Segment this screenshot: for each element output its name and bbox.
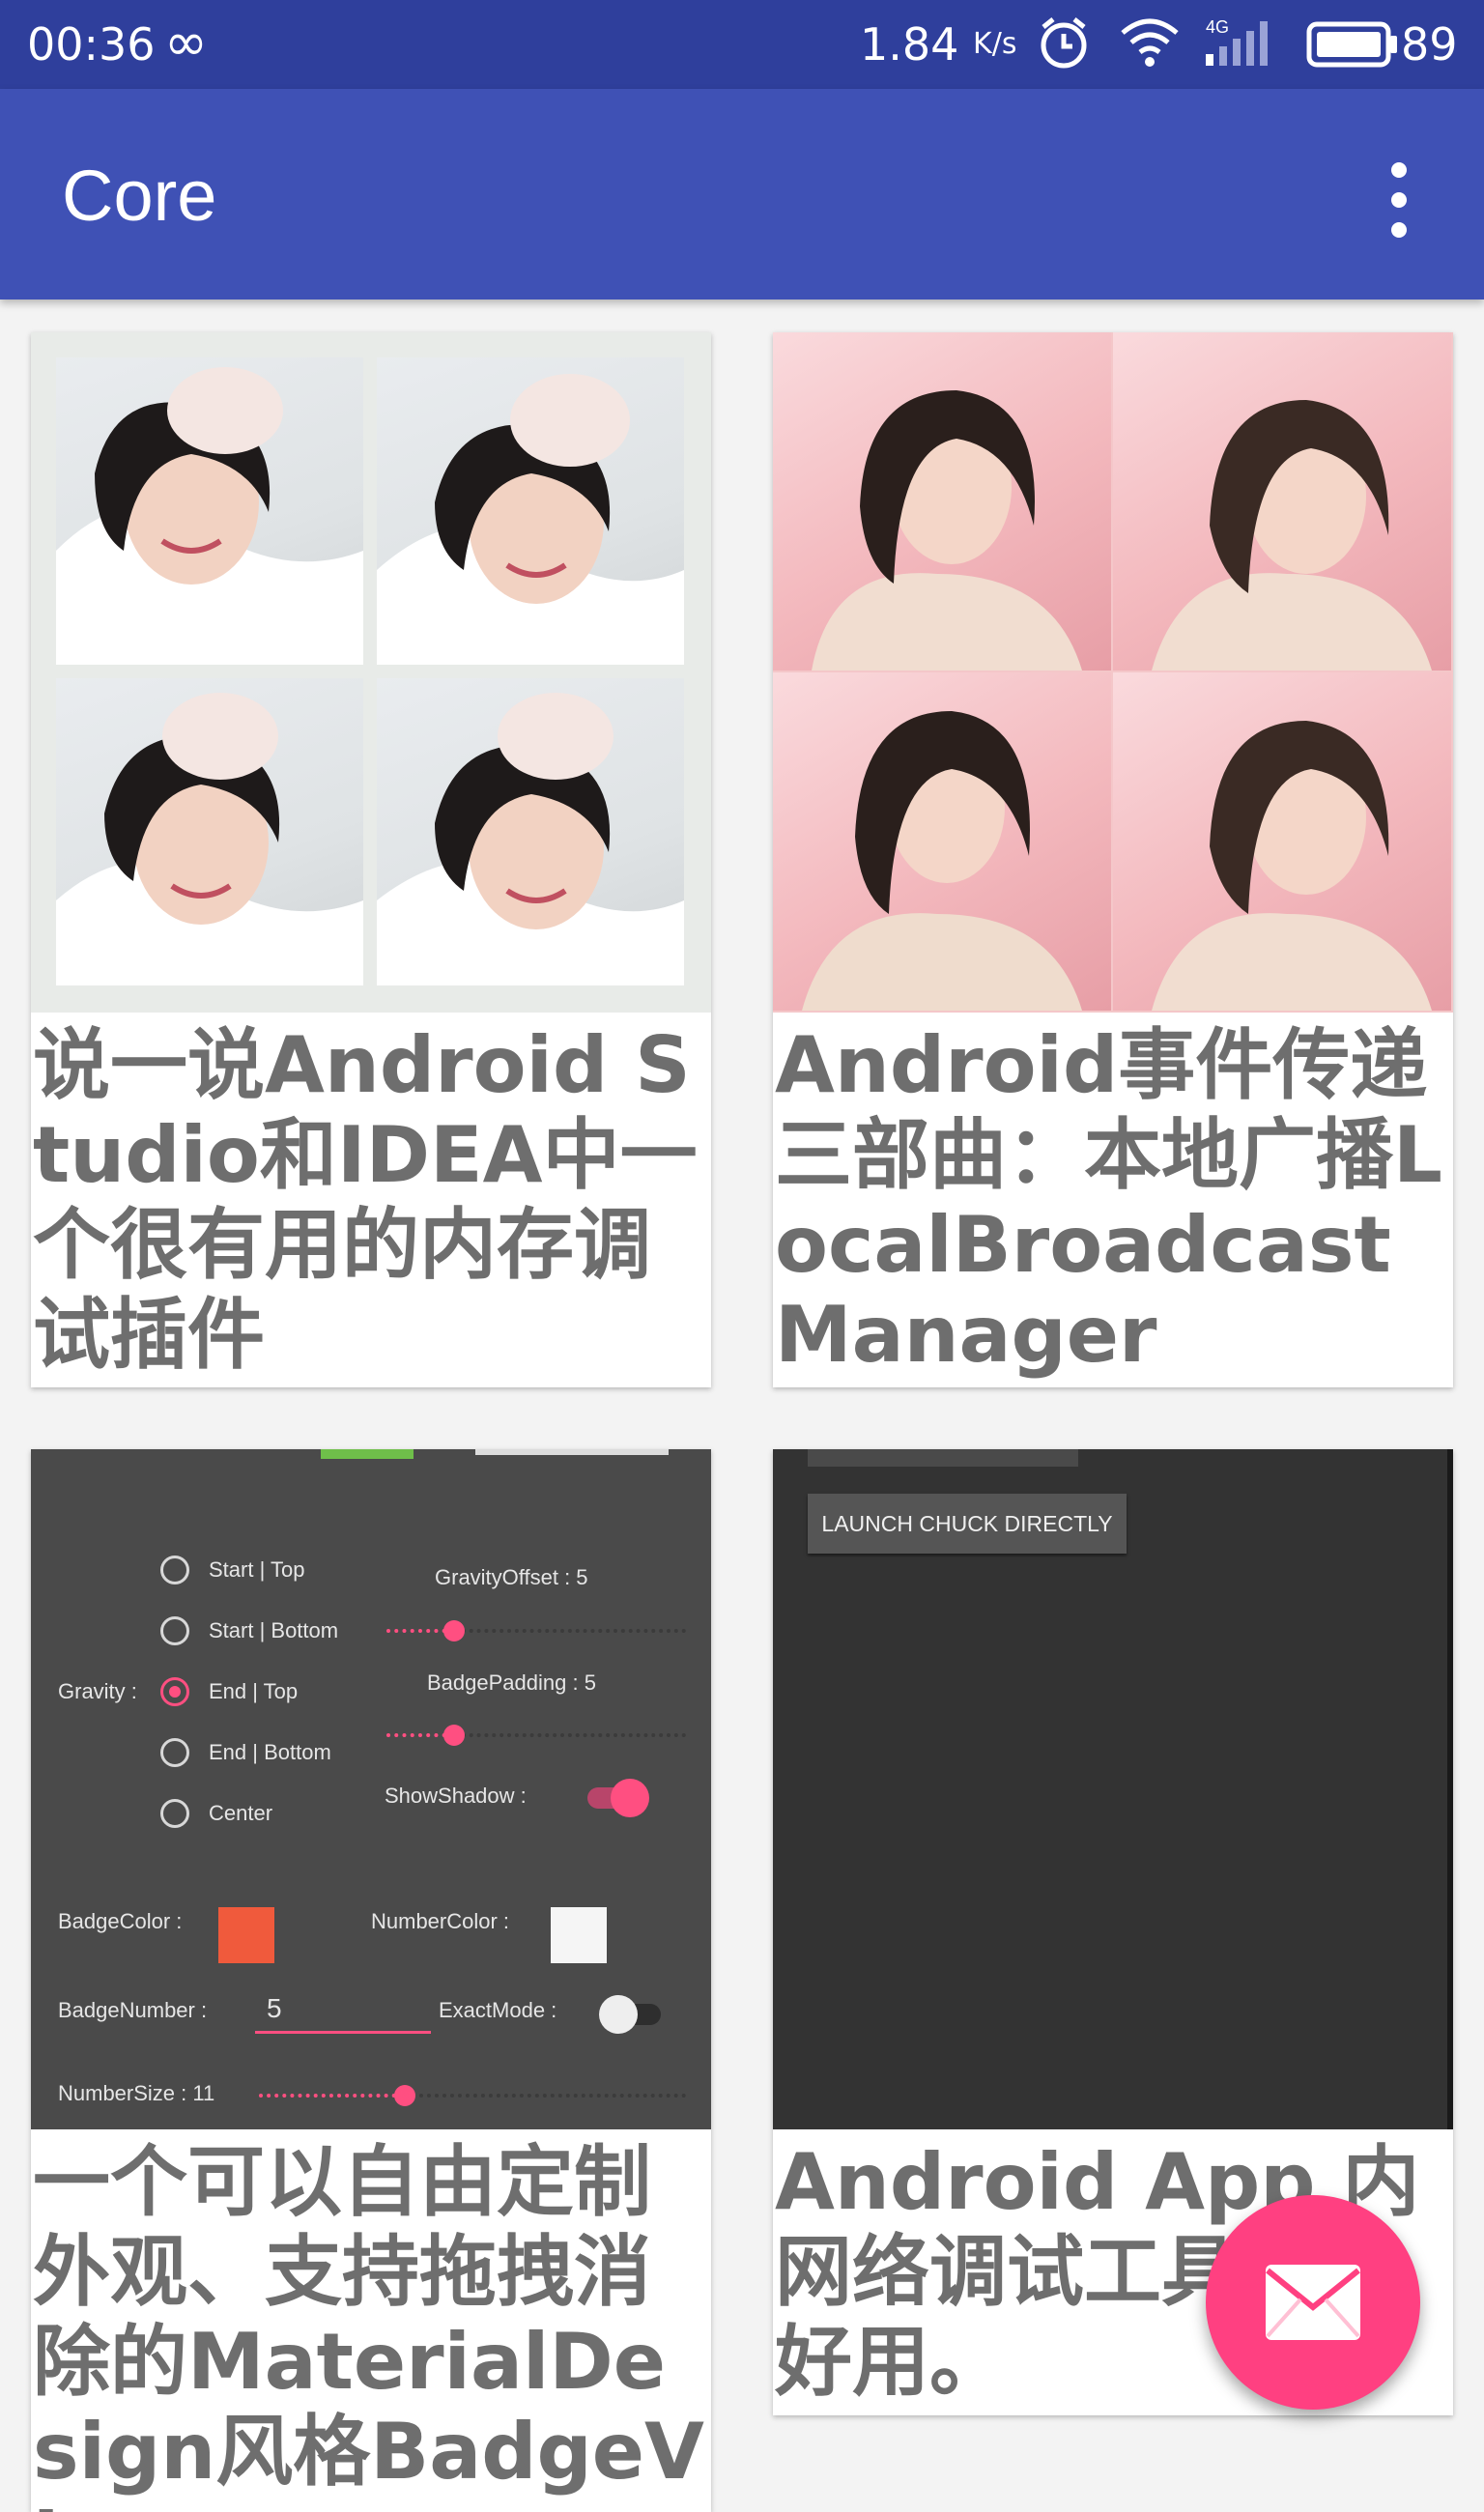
badge-color-swatch — [218, 1907, 274, 1963]
input-line — [475, 1449, 669, 1455]
badge-color-label: BadgeColor : — [58, 1909, 183, 1933]
scroll-edge — [1447, 1449, 1453, 2129]
slider-track — [454, 1629, 686, 1633]
button-edge — [808, 1449, 1078, 1467]
network-speed: 1.84 K/s — [860, 15, 1016, 73]
battery-percent: 89 — [1401, 18, 1458, 71]
number-color-label: NumberColor : — [371, 1909, 510, 1933]
radio-icon — [160, 1616, 189, 1645]
more-vert-icon[interactable] — [1370, 157, 1428, 243]
radio-icon — [160, 1556, 189, 1584]
slider-fill — [259, 2094, 404, 2098]
show-shadow-label: ShowShadow : — [385, 1784, 527, 1808]
photo-tile — [377, 678, 684, 985]
gravity-label: Gravity : — [58, 1679, 137, 1703]
photo-tile — [56, 357, 363, 665]
article-card[interactable]: 说一说Android Studio和IDEA中一个很有用的内存调试插件 — [31, 332, 711, 1387]
photo-tile — [1113, 672, 1451, 1011]
network-speed-value: 1.84 — [860, 18, 959, 71]
slider-track — [454, 1733, 686, 1737]
tab-indicator — [321, 1449, 414, 1459]
photo-tile — [773, 672, 1111, 1011]
gravity-offset-label: GravityOffset : 5 — [435, 1565, 588, 1589]
wifi-icon — [1119, 15, 1181, 73]
option-label: End | Bottom — [209, 1740, 331, 1764]
input-underline — [255, 2031, 431, 2034]
infinity-icon: ∞ — [164, 12, 208, 72]
compose-fab[interactable] — [1206, 2195, 1420, 2410]
option-label: Start | Bottom — [209, 1618, 339, 1642]
radio-icon — [160, 1738, 189, 1767]
photo-tile — [377, 357, 684, 665]
network-type-label: 4G — [1206, 17, 1229, 37]
exact-mode-label: ExactMode : — [439, 1998, 557, 2022]
option-label: Center — [209, 1801, 273, 1825]
status-bar: 00:36 ∞ 1.84 K/s 4G 89 — [0, 0, 1484, 89]
option-label: Start | Top — [209, 1557, 305, 1582]
slider-knob — [443, 1620, 465, 1641]
battery-icon — [1306, 21, 1399, 71]
article-title: 说一说Android Studio和IDEA中一个很有用的内存调试插件 — [33, 1020, 698, 1380]
radio-icon — [160, 1799, 189, 1828]
photo-tile — [1113, 332, 1451, 671]
number-color-swatch — [551, 1907, 607, 1963]
toggle-knob — [611, 1779, 649, 1817]
app-title: Core — [62, 156, 217, 236]
article-title: 一个可以自由定制外观、支持拖拽消除的MaterialDesign风格BadgeV… — [33, 2137, 704, 2512]
alarm-icon — [1036, 15, 1092, 75]
slider-knob — [443, 1725, 465, 1746]
article-card[interactable]: Android事件传递三部曲：本地广播LocalBroadcastManager — [773, 332, 1453, 1387]
photo-tile — [56, 678, 363, 985]
mail-icon — [1266, 2265, 1360, 2340]
slider-track — [404, 2094, 686, 2098]
launch-chuck-button: LAUNCH CHUCK DIRECTLY — [808, 1494, 1127, 1554]
app-bar: Core — [0, 89, 1484, 300]
article-title: Android事件传递三部曲：本地广播LocalBroadcastManager — [775, 1020, 1442, 1380]
network-speed-unit: K/s — [973, 27, 1017, 61]
radio-selected-icon — [160, 1677, 189, 1706]
photo-tile — [773, 332, 1111, 671]
article-card[interactable]: Start | Top Start | Bottom Gravity : End… — [31, 1449, 711, 2512]
option-label: End | Top — [209, 1679, 299, 1703]
toggle-knob — [599, 1995, 638, 2034]
article-thumbnail: LAUNCH CHUCK DIRECTLY — [773, 1449, 1453, 2129]
slider-knob — [394, 2085, 415, 2106]
article-thumbnail: Start | Top Start | Bottom Gravity : End… — [31, 1449, 711, 2129]
article-thumbnail — [773, 332, 1453, 1013]
badge-number-value: 5 — [267, 1993, 282, 2023]
number-size-label: NumberSize : 11 — [58, 2081, 215, 2105]
status-time: 00:36 — [27, 18, 156, 71]
badge-padding-label: BadgePadding : 5 — [427, 1670, 596, 1695]
badge-number-label: BadgeNumber : — [58, 1998, 208, 2022]
article-thumbnail — [31, 332, 711, 1013]
signal-icon: 4G — [1204, 15, 1281, 73]
